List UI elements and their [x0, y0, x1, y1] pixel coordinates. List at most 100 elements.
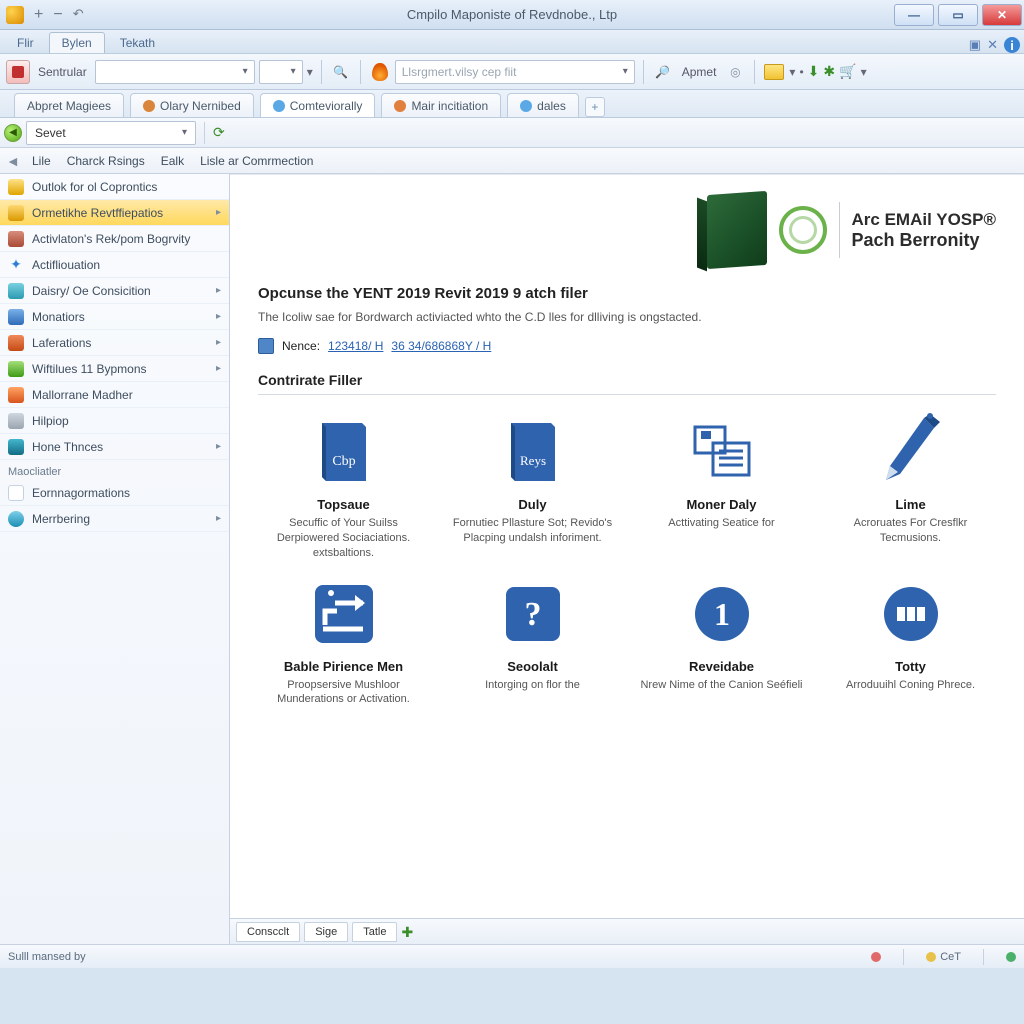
filter-combo-1[interactable]: ▾ — [95, 60, 255, 84]
gold-icon — [8, 205, 24, 221]
sidebar-item-8[interactable]: Mallorrane Madher — [0, 382, 229, 408]
ribbon-collapse-icon[interactable]: ▣ — [969, 37, 981, 53]
tile-desc: Nrew Nime of the Canion Seéfieli — [640, 678, 803, 693]
doc-tab-3[interactable]: Mair incitiation — [381, 93, 501, 117]
separator — [983, 949, 984, 965]
net-icon — [1006, 952, 1016, 962]
close-button[interactable]: ✕ — [982, 4, 1022, 26]
tile-desc: Fornutiec Pllasture Sot; Revido's Placpi… — [451, 516, 614, 546]
status-net[interactable] — [1006, 952, 1016, 962]
app-orb-icon[interactable] — [6, 6, 24, 24]
sidebar-item-0[interactable]: Outlok for ol Coprontics — [0, 174, 229, 200]
doc-tab-0[interactable]: Abpret Magiees — [14, 93, 124, 117]
bottom-tabs: Conscclt Sige Tatle ✚ — [230, 918, 1024, 944]
tile-bable-pirience[interactable]: Bable Pirience Men Proopsersive Mushloor… — [258, 579, 429, 708]
status-cell-cet[interactable]: CeT — [926, 951, 961, 963]
sidebar-item-label: Merrbering — [32, 512, 90, 526]
red-filter-button[interactable] — [6, 60, 30, 84]
sidebar-item-1[interactable]: Ormetikhe Revtffiepatios ▸ — [0, 200, 229, 226]
person-icon — [8, 439, 24, 455]
zoom-in-icon[interactable]: 🔍 — [330, 61, 352, 83]
toolbar-dot-icon[interactable]: • — [799, 65, 803, 79]
bottom-tab-1[interactable]: Sige — [304, 922, 348, 942]
tile-seoolalt[interactable]: ? Seoolalt Intorging on flor the — [447, 579, 618, 708]
sidebar-item-2[interactable]: Activlaton's Rek/pom Bogrvity — [0, 226, 229, 252]
sidebar-item-s2-0[interactable]: Eornnagormations — [0, 480, 229, 506]
sidebar-item-label: Actifliouation — [32, 258, 100, 272]
target-icon[interactable]: ◎ — [724, 61, 746, 83]
maximize-button[interactable]: ▭ — [938, 4, 978, 26]
bottom-tab-2[interactable]: Tatle — [352, 922, 397, 942]
pencil-icon — [876, 417, 946, 487]
filter-combo-2[interactable]: ▾ — [259, 60, 303, 84]
tile-lime[interactable]: Lime Acroruates For Cresflkr Tecmusions. — [825, 417, 996, 561]
reference-link-1[interactable]: 123418/ H — [328, 339, 383, 353]
download-icon[interactable]: ⬇ — [808, 63, 820, 80]
refresh-icon[interactable]: ⟳ — [213, 124, 231, 142]
sidebar-item-7[interactable]: Wiftilues 11 Bypmons ▸ — [0, 356, 229, 382]
menu-item-lisle[interactable]: Lisle ar Comrmection — [194, 154, 319, 168]
ribbon-x-icon[interactable]: ✕ — [987, 37, 998, 53]
sidebar-item-6[interactable]: Laferations ▸ — [0, 330, 229, 356]
search-combo[interactable]: Llsrgmert.vilsy cep fiit ▾ — [395, 60, 635, 84]
sidebar-item-label: Wiftilues 11 Bypmons — [32, 362, 147, 376]
sidebar-item-s2-1[interactable]: Merrbering ▸ — [0, 506, 229, 532]
sidebar-item-3[interactable]: ✦ Actifliouation — [0, 252, 229, 278]
menu-item-lile[interactable]: Lile — [26, 154, 57, 168]
chevron-right-icon: ▸ — [216, 207, 221, 218]
menu-item-charck[interactable]: Charck Rsings — [61, 154, 151, 168]
ribbon-tab-bylen[interactable]: Bylen — [49, 32, 105, 53]
sidebar-item-4[interactable]: Daisry/ Oe Consicition ▸ — [0, 278, 229, 304]
qa-minus-icon[interactable]: − — [53, 6, 62, 24]
help-icon[interactable]: i — [1004, 37, 1020, 53]
nav-row: ◀ Sevet ▾ ⟳ — [0, 118, 1024, 148]
refresh-left-icon[interactable]: ◀ — [4, 124, 22, 142]
ribbon-tab-flir[interactable]: Flir — [4, 32, 47, 53]
sidebar-item-10[interactable]: Hone Thnces ▸ — [0, 434, 229, 460]
sidebar-item-9[interactable]: Hilpiop — [0, 408, 229, 434]
new-doc-tab-button[interactable]: + — [585, 97, 605, 117]
slots-circle-icon — [876, 579, 946, 649]
flame-icon[interactable] — [369, 61, 391, 83]
tile-name: Topsaue — [262, 497, 425, 512]
tile-reveidabe[interactable]: 1 Reveidabe Nrew Nime of the Canion Seéf… — [636, 579, 807, 708]
back-icon[interactable]: ◄ — [6, 153, 22, 169]
tile-desc: Secuffic of Your Suilss Derpiowered Soci… — [262, 516, 425, 561]
search-icon[interactable]: 🔎 — [652, 61, 674, 83]
tile-moner-daly[interactable]: Moner Daly Acttivating Seatice for — [636, 417, 807, 561]
chevron-down-icon: ▾ — [182, 127, 187, 138]
status-flag[interactable] — [871, 952, 881, 962]
key-icon — [8, 179, 24, 195]
bottom-tab-add-icon[interactable]: ✚ — [401, 924, 417, 940]
bottom-tab-0[interactable]: Conscclt — [236, 922, 300, 942]
qa-plus-icon[interactable]: + — [34, 6, 43, 24]
sidebar-item-5[interactable]: Monatiors ▸ — [0, 304, 229, 330]
ribbon-tabs: Flir Bylen Tekath ▣ ✕ i — [0, 30, 1024, 54]
doc-tab-4[interactable]: dales — [507, 93, 579, 117]
separator — [204, 122, 205, 144]
tile-topsaue[interactable]: Cbp Topsaue Secuffic of Your Suilss Derp… — [258, 417, 429, 561]
folder-chevron-icon[interactable]: ▾ — [789, 65, 795, 79]
chevron-right-icon: ▸ — [216, 441, 221, 452]
tile-name: Duly — [451, 497, 614, 512]
doc-tab-2[interactable]: Comteviorally — [260, 93, 376, 117]
folder-button[interactable] — [763, 61, 785, 83]
reference-link-2[interactable]: 36 34/686868Y / H — [391, 339, 491, 353]
tile-totty[interactable]: Totty Arroduuihl Coning Phrece. — [825, 579, 996, 708]
sevet-combo[interactable]: Sevet ▾ — [26, 121, 196, 145]
chevron-right-icon: ▸ — [216, 513, 221, 524]
tile-duly[interactable]: Reys Duly Fornutiec Pllasture Sot; Revid… — [447, 417, 618, 561]
menu-strip: ◄ Lile Charck Rsings Ealk Lisle ar Comrm… — [0, 148, 1024, 174]
box-icon — [8, 231, 24, 247]
qa-undo-icon[interactable]: ↶ — [73, 6, 84, 24]
sidebar-item-label: Monatiors — [32, 310, 85, 324]
minimize-button[interactable]: — — [894, 4, 934, 26]
chevron-right-icon: ▸ — [216, 363, 221, 374]
star-icon[interactable]: ✱ — [823, 63, 835, 80]
menu-item-ealk[interactable]: Ealk — [155, 154, 190, 168]
doc-tab-1[interactable]: Olary Nernibed — [130, 93, 254, 117]
cart-icon[interactable]: 🛒 — [839, 63, 856, 80]
toolbar-chevron-icon[interactable]: ▾ — [307, 65, 313, 79]
ribbon-tab-tekath[interactable]: Tekath — [107, 32, 168, 53]
toolbar-more-icon[interactable]: ▾ — [861, 65, 867, 79]
